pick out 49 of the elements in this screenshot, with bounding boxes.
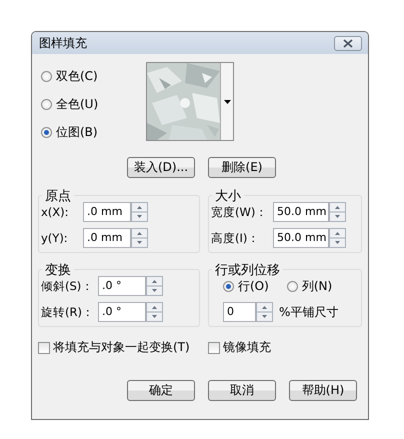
option-label: 位图(B) xyxy=(56,124,98,140)
group-title: 变换 xyxy=(42,261,74,279)
field-label: 宽度(W)： xyxy=(211,204,268,220)
field-label: 旋转(R)： xyxy=(41,304,95,320)
radio-button[interactable] xyxy=(41,98,52,110)
dialog-button[interactable]: 取消 xyxy=(208,380,276,401)
radio-button[interactable] xyxy=(41,70,52,82)
spinner-icon[interactable] xyxy=(131,228,148,248)
field-label: 高度(I)： xyxy=(211,230,260,246)
unit-label: %平铺尺寸 xyxy=(279,304,338,320)
group-title: 原点 xyxy=(42,187,74,205)
dialog-button[interactable]: 删除(E) xyxy=(208,157,276,178)
spinner-icon[interactable] xyxy=(146,276,163,296)
checkbox-label: 将填充与对象一起变换(T) xyxy=(53,339,190,356)
spinner-icon[interactable] xyxy=(256,302,273,322)
input-field[interactable]: .0 mm xyxy=(83,228,131,248)
checkbox[interactable] xyxy=(208,342,220,354)
input-field[interactable]: .0 ° xyxy=(98,302,146,322)
input-field[interactable]: 0 xyxy=(223,302,256,322)
spinner-icon[interactable] xyxy=(131,202,148,222)
radio-button[interactable] xyxy=(286,280,298,292)
option-label: 列(N) xyxy=(302,278,332,294)
dialog-button[interactable]: 确定 xyxy=(127,380,195,401)
spinner-icon[interactable] xyxy=(329,202,346,222)
input-field[interactable]: 50.0 mm xyxy=(273,202,329,222)
option-label: 行(O) xyxy=(238,278,269,294)
option-label: 双色(C) xyxy=(56,68,98,84)
caret-icon xyxy=(224,100,230,104)
field-label: x(X): xyxy=(41,205,70,219)
radio-button[interactable] xyxy=(223,280,234,292)
spinner-icon[interactable] xyxy=(329,228,346,248)
field-label: y(Y): xyxy=(41,231,69,245)
checkbox-label: 镜像填充 xyxy=(223,339,271,356)
input-field[interactable]: .0 ° xyxy=(98,276,146,296)
window-title: 图样填充 xyxy=(39,34,87,52)
close-icon xyxy=(343,38,353,48)
input-field[interactable]: 50.0 mm xyxy=(273,228,329,248)
option-label: 全色(U) xyxy=(56,96,98,112)
dialog-button[interactable]: 装入(D)... xyxy=(127,157,195,178)
field-label: 倾斜(S)： xyxy=(41,278,94,294)
radio-button[interactable] xyxy=(41,126,52,138)
group-title: 大小 xyxy=(212,187,244,205)
group-title: 行或列位移 xyxy=(212,261,283,279)
close-button[interactable] xyxy=(334,36,362,50)
input-field[interactable]: .0 mm xyxy=(83,202,131,222)
dropdown-button[interactable] xyxy=(220,63,233,140)
dialog-button[interactable]: 帮助(H) xyxy=(289,380,357,401)
checkbox[interactable] xyxy=(38,342,50,354)
spinner-icon[interactable] xyxy=(146,302,163,322)
